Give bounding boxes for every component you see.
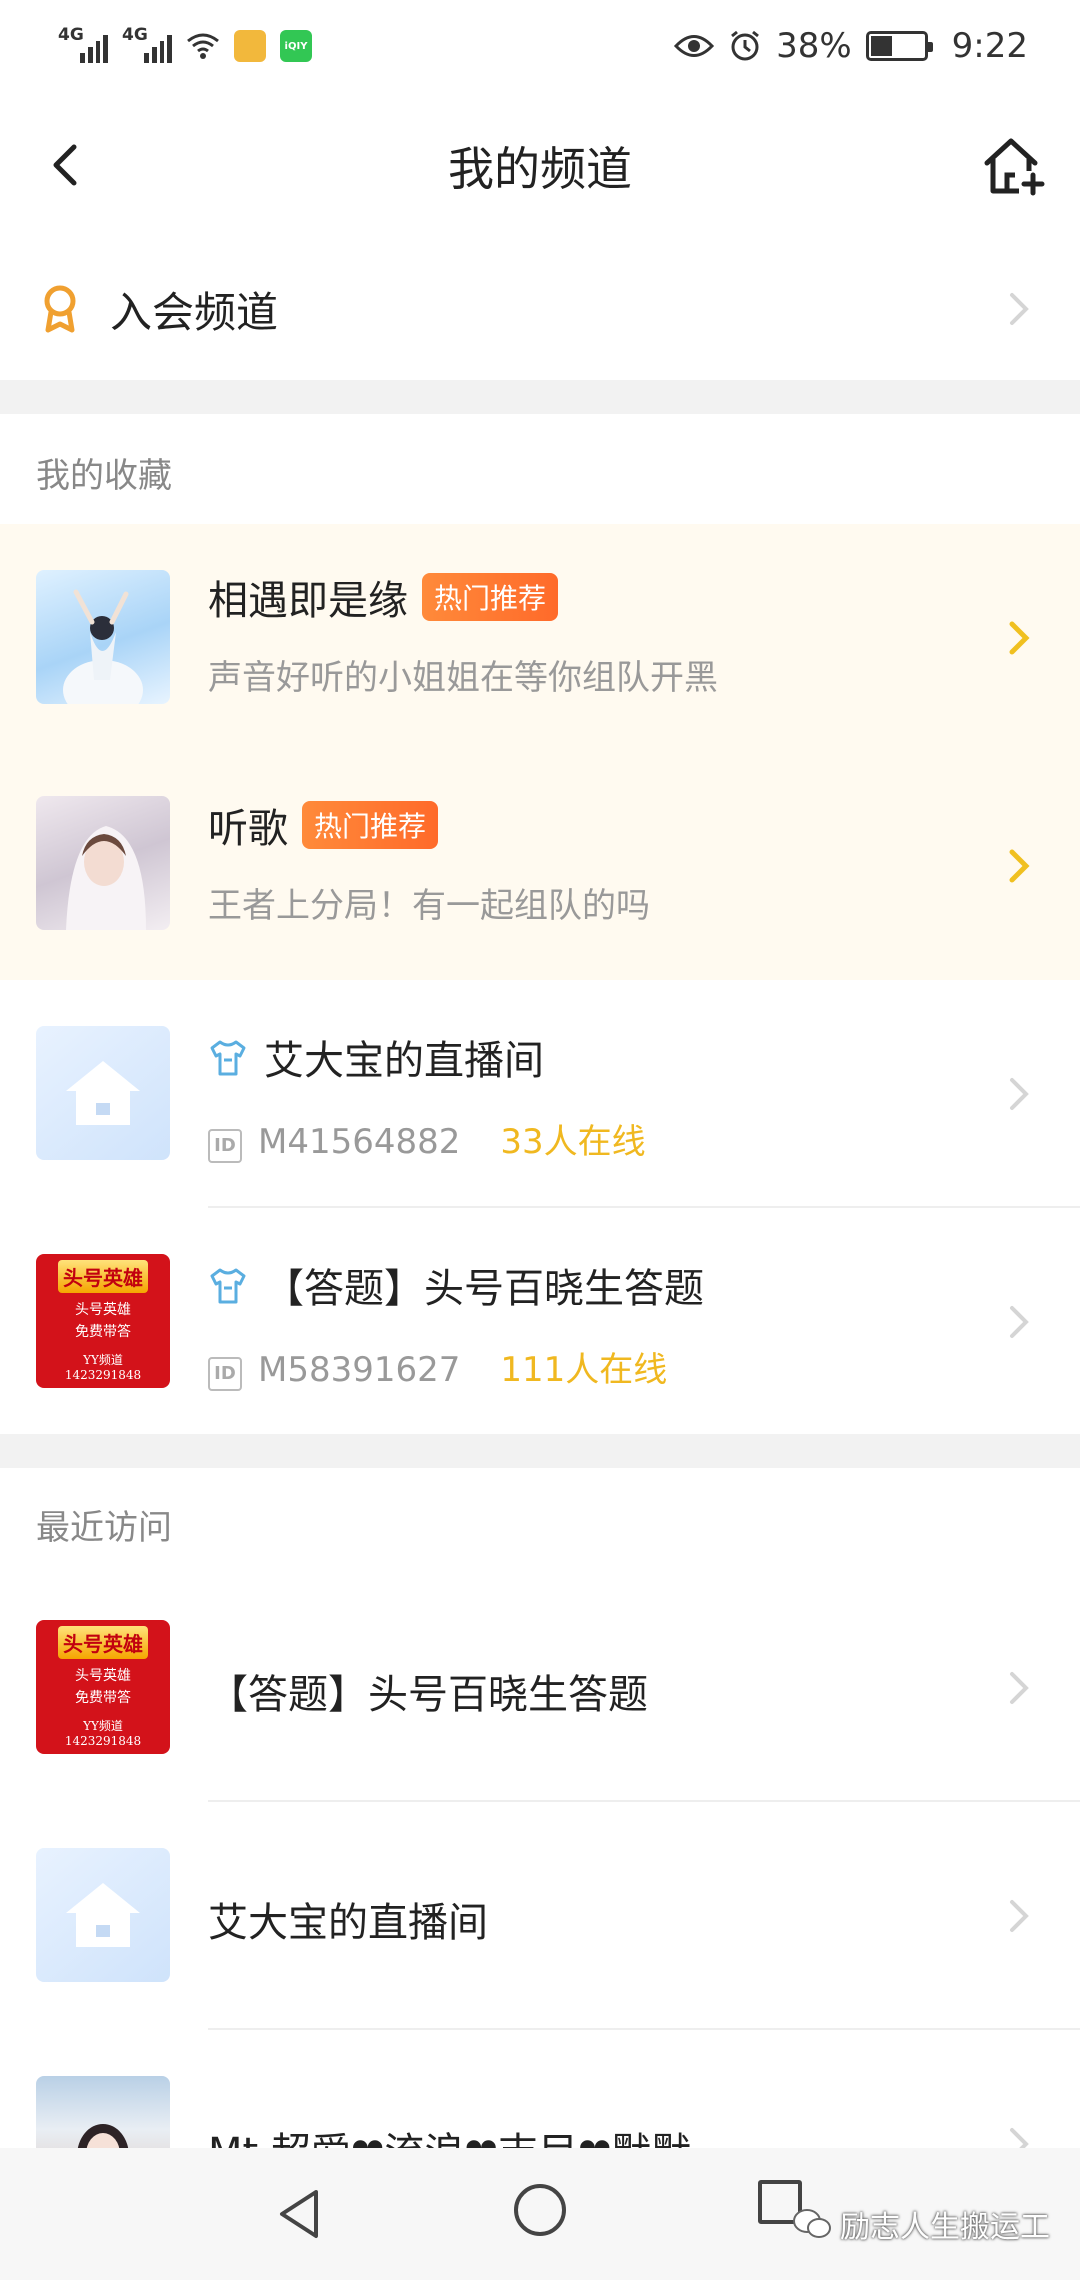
battery-icon <box>865 31 933 61</box>
eye-icon <box>674 35 715 57</box>
channel-meta: ID M41564882 33人在线 <box>208 1114 646 1163</box>
channel-thumbnail <box>36 796 170 930</box>
back-arrow-icon <box>53 144 77 186</box>
join-channel-label: 入会频道 <box>110 287 279 337</box>
watermark: 励志人生搬运工 <box>792 2202 1050 2246</box>
alarm-icon <box>731 30 759 61</box>
section-gap <box>0 380 1080 414</box>
online-count: 111人在线 <box>500 1350 668 1390</box>
channel-meta: ID M58391627 111人在线 <box>208 1342 667 1391</box>
chevron-right-icon <box>1009 849 1030 883</box>
channel-name-row: 艾大宝的直播间 <box>208 1028 544 1086</box>
chevron-right-icon <box>1010 1078 1029 1110</box>
channel-name: 【答题】头号百晓生答题 <box>208 1672 648 1718</box>
channel-thumbnail <box>36 570 170 704</box>
favorites-section-title: 我的收藏 <box>36 456 172 496</box>
channel-description: 声音好听的小姐姐在等你组队开黑 <box>208 658 718 698</box>
signal-icon-2: 4G <box>122 25 172 63</box>
favorite-item-1[interactable]: 相遇即是缘 热门推荐 声音好听的小姐姐在等你组队开黑 <box>0 524 1080 752</box>
nav-home-button[interactable] <box>514 2184 566 2236</box>
status-left: 4G 4G iQIY <box>58 25 312 63</box>
watermark-text: 励志人生搬运工 <box>840 2210 1050 2245</box>
chevron-right-icon <box>1010 1672 1029 1704</box>
channel-name-row: 听歌 热门推荐 <box>208 796 439 854</box>
channel-name-row: 【答题】头号百晓生答题 <box>208 1256 704 1314</box>
channel-name: 相遇即是缘 <box>208 578 408 624</box>
nav-back-button[interactable] <box>272 2186 328 2242</box>
signal-icon-1: 4G <box>58 25 108 63</box>
network-type-label: 4G <box>58 25 84 45</box>
status-bar: 4G 4G iQIY 38% 9:22 <box>0 0 1080 92</box>
house-placeholder-icon <box>66 1883 140 1947</box>
clock: 9:22 <box>951 26 1028 66</box>
header: 我的频道 <box>0 92 1080 240</box>
battery-percent: 38% <box>776 26 852 66</box>
back-button[interactable] <box>30 130 100 200</box>
channel-name-row: 相遇即是缘 热门推荐 <box>208 568 559 626</box>
channel-thumbnail: 头号英雄 头号英雄 免费带答 YY频道 1423291848 <box>36 1254 170 1388</box>
recent-item-1[interactable]: 头号英雄 头号英雄 免费带答 YY频道 1423291848 【答题】头号百晓生… <box>0 1574 1080 1802</box>
channel-id: M41564882 <box>258 1122 461 1162</box>
house-placeholder-icon <box>66 1061 140 1125</box>
wifi-icon <box>187 33 219 59</box>
recent-item-2[interactable]: 艾大宝的直播间 <box>0 1802 1080 2030</box>
channel-id: M58391627 <box>258 1350 461 1390</box>
shirt-icon <box>210 1268 246 1304</box>
channel-description: 王者上分局！有一起组队的吗 <box>208 886 650 926</box>
id-icon: ID <box>208 1129 242 1163</box>
channel-name: 听歌 <box>208 806 288 852</box>
channel-thumbnail: 头号英雄 头号英雄 免费带答 YY频道 1423291848 <box>36 1620 170 1754</box>
app-notification-icon <box>234 30 266 62</box>
shirt-icon <box>210 1040 246 1076</box>
hot-recommend-badge: 热门推荐 <box>422 573 559 621</box>
status-right: 38% 9:22 <box>674 26 1028 66</box>
channel-name: 艾大宝的直播间 <box>264 1038 544 1084</box>
chevron-right-icon <box>1010 1900 1029 1932</box>
system-nav-bar: 励志人生搬运工 <box>0 2148 1080 2280</box>
recent-section-title: 最近访问 <box>36 1508 172 1548</box>
network-type-label: 4G <box>122 25 148 45</box>
page-title: 我的频道 <box>448 142 632 196</box>
hot-recommend-badge: 热门推荐 <box>302 801 439 849</box>
favorite-item-4[interactable]: 头号英雄 头号英雄 免费带答 YY频道 1423291848 【答题】头号百晓生… <box>0 1208 1080 1436</box>
wechat-icon <box>793 2209 831 2238</box>
channel-thumbnail <box>36 1026 170 1160</box>
id-icon: ID <box>208 1357 242 1391</box>
join-channel-row[interactable]: 入会频道 <box>0 240 1080 378</box>
create-channel-button[interactable] <box>974 126 1054 206</box>
section-gap <box>0 1434 1080 1468</box>
channel-thumbnail <box>36 1848 170 1982</box>
iqiyi-notification-icon: iQIY <box>280 30 312 62</box>
chevron-right-icon <box>1010 293 1029 325</box>
channel-name: 艾大宝的直播间 <box>208 1900 488 1946</box>
chevron-right-icon <box>1010 1306 1029 1338</box>
online-count: 33人在线 <box>500 1122 646 1162</box>
house-plus-icon <box>984 138 1045 196</box>
favorite-item-2[interactable]: 听歌 热门推荐 王者上分局！有一起组队的吗 <box>0 752 1080 980</box>
medal-icon <box>44 285 76 333</box>
channel-name: 【答题】头号百晓生答题 <box>264 1266 704 1312</box>
favorite-item-3[interactable]: 艾大宝的直播间 ID M41564882 33人在线 <box>0 980 1080 1208</box>
chevron-right-icon <box>1009 621 1030 655</box>
